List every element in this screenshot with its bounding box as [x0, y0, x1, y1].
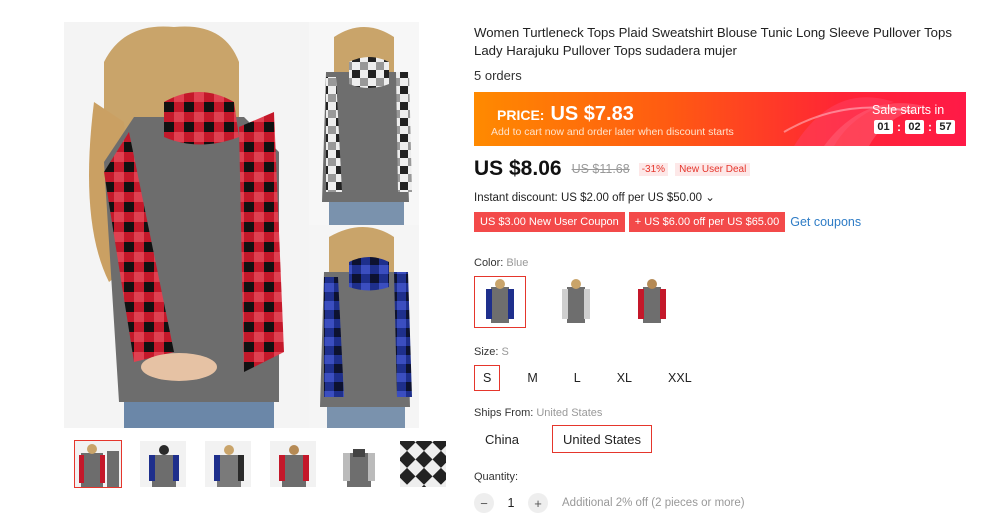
size-label: Size: S	[474, 346, 509, 358]
color-swatch-blue[interactable]	[474, 276, 526, 328]
discount-badge: -31%	[638, 162, 669, 176]
price-row: US $8.06 US $11.68 -31% New User Deal	[474, 157, 969, 181]
thumbnail-3[interactable]	[204, 440, 252, 488]
thumbnail-6[interactable]	[399, 440, 447, 488]
quantity-stepper: − 1 + Additional 2% off (2 pieces or mor…	[474, 493, 969, 513]
ships-from-united-states[interactable]: United States	[551, 425, 653, 453]
product-gallery	[64, 22, 447, 492]
ships-from-options: China United States	[474, 425, 969, 453]
selected-ships-from: United States	[536, 407, 603, 419]
thumbnail-strip	[74, 440, 447, 488]
quantity-value[interactable]: 1	[494, 496, 528, 510]
color-swatch-white-plaid[interactable]	[550, 276, 602, 328]
instant-discount-dropdown[interactable]: Instant discount: US $2.00 off per US $5…	[474, 190, 969, 204]
countdown-separator: :	[928, 120, 932, 134]
color-swatches	[474, 276, 969, 328]
sale-banner: PRICE: US $7.83 Add to cart now and orde…	[474, 92, 966, 146]
color-swatch-red-plaid[interactable]	[626, 276, 678, 328]
size-option-l[interactable]: L	[565, 365, 590, 391]
sale-starts-label: Sale starts in	[872, 103, 945, 117]
main-product-image[interactable]	[64, 22, 419, 428]
countdown-hours: 01	[874, 120, 893, 134]
quantity-increase-button[interactable]: +	[528, 493, 548, 513]
size-option-xl[interactable]: XL	[608, 365, 641, 391]
selected-color: Blue	[506, 257, 529, 269]
product-title: Women Turtleneck Tops Plaid Sweatshirt B…	[474, 25, 952, 58]
ships-from-china[interactable]: China	[474, 425, 530, 453]
thumbnail-2[interactable]	[139, 440, 187, 488]
store-coupon[interactable]: + US $6.00 off per US $65.00	[628, 212, 786, 232]
thumbnail-1[interactable]	[74, 440, 122, 488]
size-option-s[interactable]: S	[474, 365, 501, 391]
selected-size: S	[501, 346, 509, 358]
order-count: 5 orders	[474, 68, 522, 83]
thumbnail-4[interactable]	[269, 440, 317, 488]
countdown-minutes: 02	[905, 120, 924, 134]
new-user-coupon[interactable]: US $3.00 New User Coupon	[474, 212, 625, 232]
banner-swoosh-graphic	[783, 97, 924, 146]
thumbnail-5[interactable]	[334, 440, 382, 488]
quantity-label: Quantity:	[474, 471, 519, 483]
ships-from-label: Ships From: United States	[474, 407, 603, 419]
banner-price-value: US $7.83	[550, 103, 634, 125]
color-label: Color: Blue	[474, 257, 529, 269]
original-price: US $11.68	[571, 162, 630, 176]
product-info: Women Turtleneck Tops Plaid Sweatshirt B…	[474, 24, 969, 513]
size-options: S M L XL XXL	[474, 365, 969, 391]
current-price: US $8.06	[474, 157, 562, 180]
coupon-row: US $3.00 New User Coupon + US $6.00 off …	[474, 212, 969, 232]
countdown-seconds: 57	[936, 120, 955, 134]
new-user-deal-badge: New User Deal	[675, 162, 751, 176]
size-option-m[interactable]: M	[518, 365, 546, 391]
get-coupons-link[interactable]: Get coupons	[790, 215, 861, 229]
quantity-discount-note: Additional 2% off (2 pieces or more)	[562, 497, 745, 509]
quantity-decrease-button[interactable]: −	[474, 493, 494, 513]
size-option-xxl[interactable]: XXL	[659, 365, 701, 391]
banner-hint: Add to cart now and order later when dis…	[491, 126, 734, 138]
sale-countdown: 01 : 02 : 57	[874, 120, 955, 134]
banner-price-label: PRICE:	[497, 107, 545, 123]
countdown-separator: :	[897, 120, 901, 134]
